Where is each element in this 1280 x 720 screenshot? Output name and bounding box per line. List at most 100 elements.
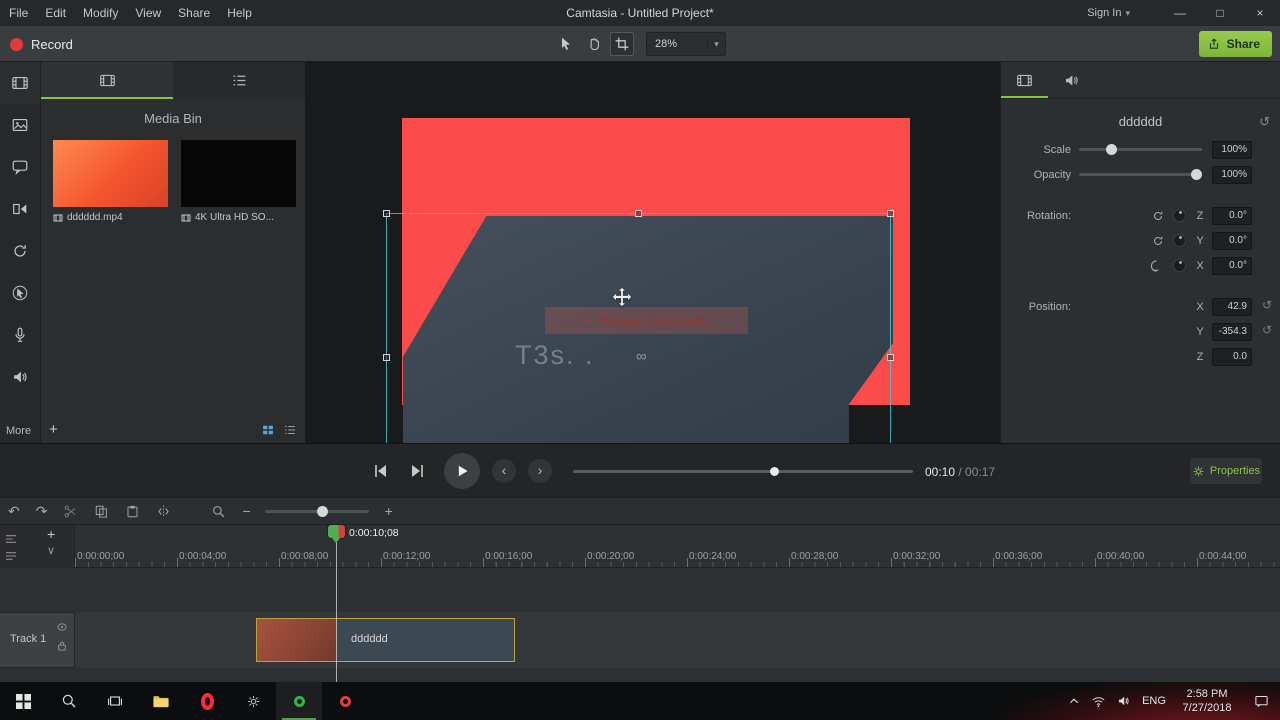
menu-modify[interactable]: Modify xyxy=(83,6,118,20)
camtasia-recorder-taskbar-button[interactable] xyxy=(322,682,368,720)
resize-handle-middle-left[interactable] xyxy=(383,354,390,361)
resize-handle-top-left[interactable] xyxy=(383,210,390,217)
media-thumbnail[interactable] xyxy=(53,140,168,207)
opera-button[interactable] xyxy=(184,682,230,720)
rotation-x-value[interactable]: 0.0° xyxy=(1212,256,1252,275)
zoom-slider-thumb[interactable] xyxy=(316,505,328,517)
next-marker-button[interactable]: › xyxy=(528,459,552,483)
copy-button[interactable] xyxy=(94,504,109,519)
tab-visual-properties[interactable] xyxy=(1001,62,1048,98)
sidebar-more-button[interactable]: More xyxy=(6,425,31,437)
scale-value[interactable]: 100% xyxy=(1212,140,1252,159)
record-button[interactable]: Record xyxy=(10,26,73,62)
preview-scrubber[interactable] xyxy=(573,467,913,476)
position-x-value[interactable]: 42.9 xyxy=(1212,297,1252,316)
rotation-z-value[interactable]: 0.0° xyxy=(1212,206,1252,225)
start-button[interactable] xyxy=(0,682,46,720)
opacity-slider[interactable] xyxy=(1079,169,1202,180)
sidebar-item-behaviors[interactable] xyxy=(0,230,40,272)
zoom-out-button[interactable]: − xyxy=(242,503,250,519)
scrubber-thumb[interactable] xyxy=(770,467,779,476)
camtasia-taskbar-button[interactable] xyxy=(276,682,322,720)
timeline-clip[interactable]: dddddd xyxy=(256,618,515,662)
reset-position-y-icon[interactable]: ↺ xyxy=(1262,323,1272,337)
taskbar-app-button[interactable] xyxy=(230,682,276,720)
close-button[interactable]: × xyxy=(1240,0,1280,26)
tab-media-bin[interactable] xyxy=(41,62,173,99)
sidebar-item-voice-narration[interactable] xyxy=(0,314,40,356)
zoom-in-button[interactable]: + xyxy=(385,503,393,519)
language-indicator[interactable]: ENG xyxy=(1136,695,1172,707)
add-media-button[interactable]: + xyxy=(49,421,58,439)
share-button[interactable]: Share xyxy=(1198,31,1272,57)
rotate-x-icon[interactable] xyxy=(1151,259,1165,273)
collapse-tracks-button[interactable]: ∨ xyxy=(47,544,55,557)
menu-file[interactable]: File xyxy=(9,6,28,20)
rotation-z-dial[interactable] xyxy=(1173,209,1186,222)
reset-position-x-icon[interactable]: ↺ xyxy=(1262,298,1272,312)
position-z-value[interactable]: 0.0 xyxy=(1212,347,1252,366)
canvas-preview[interactable]: ~ Farman Tariq Salih T3s. . ∞ xyxy=(305,62,1000,443)
sidebar-item-library[interactable] xyxy=(0,104,40,146)
menu-share[interactable]: Share xyxy=(178,6,210,20)
list-view-icon[interactable] xyxy=(283,423,297,437)
add-track-button[interactable]: + xyxy=(47,526,55,542)
grid-view-icon[interactable] xyxy=(261,423,275,437)
resize-handle-middle-right[interactable] xyxy=(887,354,894,361)
network-icon[interactable] xyxy=(1086,695,1111,708)
menu-view[interactable]: View xyxy=(135,6,161,20)
track-disable-icon[interactable] xyxy=(57,623,67,631)
sidebar-item-audio-effects[interactable] xyxy=(0,356,40,398)
canvas-zoom-select[interactable]: 28% ▾ xyxy=(646,32,726,56)
menu-help[interactable]: Help xyxy=(227,6,252,20)
clock[interactable]: 2:58 PM 7/27/2018 xyxy=(1172,687,1242,715)
selection-outline[interactable] xyxy=(383,210,894,443)
timeline-zoom-slider[interactable] xyxy=(264,505,369,517)
resize-handle-top-right[interactable] xyxy=(887,210,894,217)
opacity-value[interactable]: 100% xyxy=(1212,165,1252,184)
rotation-y-dial[interactable] xyxy=(1173,234,1186,247)
step-forward-button[interactable] xyxy=(408,461,428,481)
playhead-handle[interactable] xyxy=(328,525,345,538)
split-button[interactable] xyxy=(156,504,171,519)
media-thumbnail[interactable] xyxy=(181,140,296,207)
cut-button[interactable] xyxy=(63,504,78,519)
redo-button[interactable]: ↷ xyxy=(36,503,48,520)
taskbar-search-button[interactable] xyxy=(46,682,92,720)
media-item[interactable]: 4K Ultra HD SO... xyxy=(181,140,296,223)
action-center-button[interactable] xyxy=(1242,694,1280,708)
menu-edit[interactable]: Edit xyxy=(45,6,66,20)
track-options-icon[interactable] xyxy=(5,534,17,544)
sidebar-item-cursor-effects[interactable] xyxy=(0,272,40,314)
position-y-value[interactable]: -354.3 xyxy=(1212,322,1252,341)
crop-tool-button[interactable] xyxy=(610,32,634,56)
track-lock-icon[interactable] xyxy=(57,641,67,651)
tab-audio-properties[interactable] xyxy=(1048,62,1095,98)
timeline-zoom-icon[interactable] xyxy=(211,504,226,519)
minimize-button[interactable]: — xyxy=(1160,0,1200,26)
sidebar-item-annotations[interactable] xyxy=(0,146,40,188)
play-button[interactable] xyxy=(444,453,480,489)
file-explorer-button[interactable] xyxy=(138,682,184,720)
sidebar-item-media[interactable] xyxy=(0,62,40,104)
scale-slider[interactable] xyxy=(1079,144,1202,155)
media-item[interactable]: dddddd.mp4 xyxy=(53,140,168,223)
sign-in-button[interactable]: Sign In ▾ xyxy=(1087,7,1130,19)
volume-icon[interactable] xyxy=(1111,694,1136,708)
rotation-x-dial[interactable] xyxy=(1173,259,1186,272)
rotate-z-icon[interactable] xyxy=(1151,209,1165,223)
task-view-button[interactable] xyxy=(92,682,138,720)
reset-all-icon[interactable]: ↺ xyxy=(1259,114,1270,130)
resize-handle-top-middle[interactable] xyxy=(635,210,642,217)
pan-tool-button[interactable] xyxy=(582,32,606,56)
maximize-button[interactable]: □ xyxy=(1200,0,1240,26)
tray-chevron-up-icon[interactable] xyxy=(1061,695,1086,707)
paste-button[interactable] xyxy=(125,504,140,519)
timeline-ruler[interactable]: 0:00:00;00 0:00:04;00 0:00:08;00 0:00:12… xyxy=(75,525,1280,568)
rotation-y-value[interactable]: 0.0° xyxy=(1212,231,1252,250)
previous-marker-button[interactable]: ‹ xyxy=(492,459,516,483)
playhead-line[interactable] xyxy=(336,525,337,682)
track-height-icon[interactable] xyxy=(5,551,17,561)
undo-button[interactable]: ↶ xyxy=(8,503,20,520)
step-back-button[interactable] xyxy=(370,461,390,481)
